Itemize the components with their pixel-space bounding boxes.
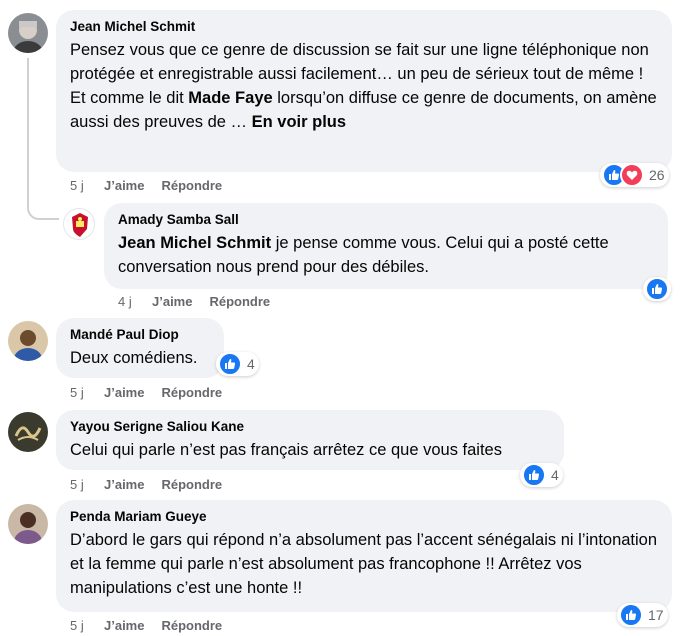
- comment-text: Pensez vous que ce genre de discussion s…: [70, 38, 660, 134]
- avatar-photo-icon: [8, 504, 48, 544]
- reaction-summary[interactable]: 17: [617, 603, 668, 627]
- avatar-photo-icon: [8, 13, 48, 53]
- reaction-count: 26: [649, 167, 665, 183]
- comment-author[interactable]: Jean Michel Schmit: [70, 18, 660, 36]
- reaction-count: 4: [247, 356, 255, 372]
- comment-bubble: Jean Michel Schmit Pensez vous que ce ge…: [56, 10, 672, 172]
- avatar[interactable]: [8, 504, 48, 544]
- timestamp[interactable]: 5 j: [70, 477, 104, 493]
- comment-text: Deux comédiens.: [70, 349, 198, 367]
- reply-button[interactable]: Répondre: [161, 385, 222, 401]
- avatar[interactable]: [8, 13, 48, 53]
- comment-actions: 5 j J’aime Répondre: [70, 385, 239, 401]
- like-button[interactable]: J’aime: [152, 294, 192, 310]
- see-more-link[interactable]: En voir plus: [252, 113, 346, 131]
- timestamp[interactable]: 4 j: [118, 294, 152, 310]
- avatar[interactable]: [8, 412, 48, 452]
- thread-line: [27, 58, 59, 220]
- like-reaction-icon: [218, 352, 242, 376]
- reply-button[interactable]: Répondre: [161, 178, 222, 194]
- comment-text: D’abord le gars qui répond n’a absolumen…: [70, 531, 658, 597]
- reaction-summary[interactable]: 4: [520, 463, 563, 487]
- mention-link[interactable]: Made Faye: [188, 89, 272, 107]
- comment-actions: 5 j J’aime Répondre: [70, 178, 239, 194]
- reply-button[interactable]: Répondre: [161, 618, 222, 634]
- comment-author[interactable]: Mandé Paul Diop: [70, 326, 212, 344]
- comment-author[interactable]: Penda Mariam Gueye: [70, 508, 660, 526]
- calligraphy-avatar-icon: [8, 412, 48, 452]
- like-reaction-icon: [645, 277, 669, 301]
- like-button[interactable]: J’aime: [104, 385, 144, 401]
- comment-bubble: Mandé Paul Diop Deux comédiens.: [56, 318, 224, 378]
- like-button[interactable]: J’aime: [104, 477, 144, 493]
- reaction-summary[interactable]: 4: [216, 352, 259, 376]
- mention-link[interactable]: Jean Michel Schmit: [118, 234, 271, 252]
- reply-bubble: Amady Samba Sall Jean Michel Schmit je p…: [104, 203, 668, 289]
- avatar[interactable]: [8, 321, 48, 361]
- reaction-count: 17: [648, 607, 664, 623]
- comment-text: Jean Michel Schmit je pense comme vous. …: [118, 231, 656, 279]
- avatar[interactable]: [63, 208, 95, 240]
- comment-author[interactable]: Yayou Serigne Saliou Kane: [70, 418, 552, 436]
- crest-logo-icon: [72, 213, 88, 237]
- avatar-photo-icon: [8, 321, 48, 361]
- reply-button[interactable]: Répondre: [209, 294, 270, 310]
- comment-bubble: Yayou Serigne Saliou Kane Celui qui parl…: [56, 410, 564, 470]
- timestamp[interactable]: 5 j: [70, 178, 104, 194]
- reaction-summary[interactable]: 26: [600, 163, 669, 187]
- timestamp[interactable]: 5 j: [70, 385, 104, 401]
- reply-button[interactable]: Répondre: [161, 477, 222, 493]
- reaction-summary[interactable]: [643, 277, 671, 301]
- love-reaction-icon: [620, 163, 644, 187]
- comment-actions: 5 j J’aime Répondre: [70, 477, 239, 493]
- like-reaction-icon: [522, 463, 546, 487]
- comment-actions: 4 j J’aime Répondre: [118, 294, 287, 310]
- like-reaction-icon: [619, 603, 643, 627]
- reaction-count: 4: [551, 467, 559, 483]
- timestamp[interactable]: 5 j: [70, 618, 104, 634]
- comment-actions: 5 j J’aime Répondre: [70, 618, 239, 634]
- like-button[interactable]: J’aime: [104, 618, 144, 634]
- comment-text: Celui qui parle n’est pas français arrêt…: [70, 441, 502, 459]
- like-button[interactable]: J’aime: [104, 178, 144, 194]
- comment-author[interactable]: Amady Samba Sall: [118, 211, 656, 229]
- comment-bubble: Penda Mariam Gueye D’abord le gars qui r…: [56, 500, 672, 612]
